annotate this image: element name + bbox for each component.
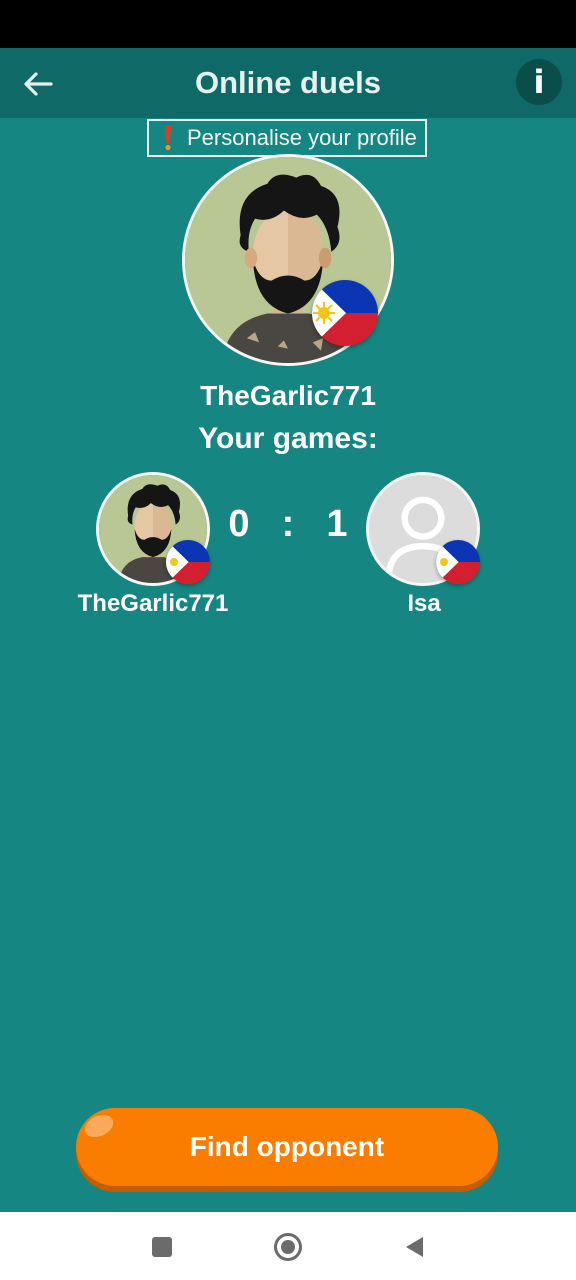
square-icon: [152, 1237, 172, 1257]
system-navigation-bar: [0, 1212, 576, 1280]
info-icon: i: [533, 63, 545, 101]
back-nav-button[interactable]: [397, 1230, 431, 1264]
back-button[interactable]: [18, 64, 58, 104]
home-button[interactable]: [271, 1230, 305, 1264]
find-opponent-button[interactable]: Find opponent: [76, 1108, 498, 1186]
main-avatar-group[interactable]: [182, 154, 396, 368]
circle-icon: [274, 1233, 302, 1261]
page-title: Online duels: [194, 65, 382, 100]
left-player-name: TheGarlic771: [77, 590, 229, 617]
left-score: 0: [228, 503, 250, 545]
personalise-label: Personalise your profile: [187, 125, 417, 150]
exclamation-icon: [149, 125, 187, 151]
arrow-left-icon: [24, 72, 53, 96]
status-bar: [0, 0, 576, 48]
score-separator: :: [281, 503, 295, 545]
philippines-flag-icon: [436, 540, 480, 584]
your-games-heading: Your games:: [198, 422, 378, 455]
player-username: TheGarlic771: [200, 380, 376, 411]
right-score: 1: [326, 503, 348, 545]
top-app-bar: Online duels i: [0, 48, 576, 118]
triangle-back-icon: [406, 1237, 423, 1257]
right-player-name: Isa: [407, 590, 441, 617]
info-button[interactable]: i: [516, 59, 562, 105]
philippines-flag-icon: [312, 280, 378, 346]
recents-button[interactable]: [145, 1230, 179, 1264]
personalise-profile-button[interactable]: Personalise your profile: [147, 119, 427, 157]
philippines-flag-icon: [166, 540, 210, 584]
left-player-avatar-group[interactable]: [96, 472, 212, 588]
right-player-avatar-group[interactable]: [366, 472, 482, 588]
find-opponent-label: Find opponent: [189, 1131, 385, 1162]
